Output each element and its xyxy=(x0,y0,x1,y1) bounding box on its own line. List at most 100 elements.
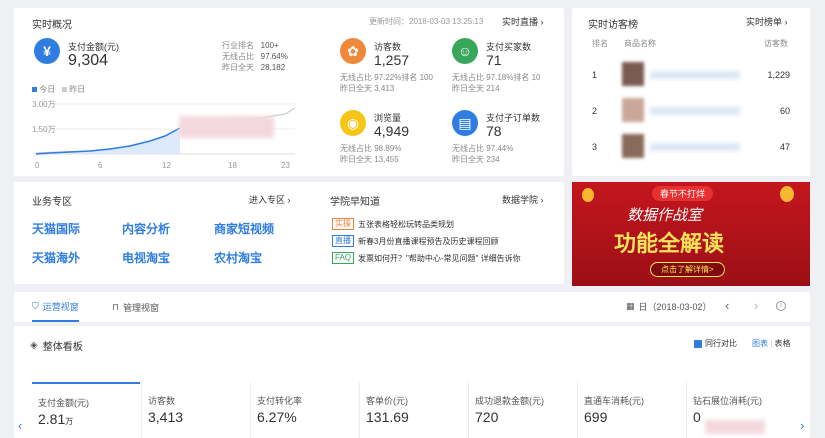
news-tag: 直播 xyxy=(332,235,354,247)
zone-tmall-global[interactable]: 天猫国际 xyxy=(32,220,80,237)
board-title: 整体看板 xyxy=(42,342,83,353)
metric-value: 131.69 xyxy=(366,409,409,425)
metric-tile[interactable]: 直通车消耗(元) 699 xyxy=(577,382,685,438)
zone-short-video[interactable]: 商家短视频 xyxy=(214,220,274,237)
scroll-left-button[interactable]: ‹ xyxy=(18,418,22,433)
metric-tile[interactable]: 客单价(元) 131.69 xyxy=(359,382,467,438)
news-text: 新春3月份直播课程预告及历史课程回顾 xyxy=(358,236,499,246)
business-link[interactable]: 进入专区 › xyxy=(249,193,291,206)
metric-tile[interactable]: 支付金额(元) 2.81万 xyxy=(32,382,140,438)
compare-checkbox[interactable]: 同行对比 xyxy=(694,338,737,349)
chevron-right-icon: › xyxy=(540,17,544,27)
wireless-value: 97.64% xyxy=(260,52,288,61)
date-picker[interactable]: ▦ 日（2018-03-02） xyxy=(626,300,712,313)
chevron-right-icon: › xyxy=(754,298,759,313)
tab-ops-label: 运营视窗 xyxy=(42,301,79,312)
view-chart-button[interactable]: 图表 xyxy=(752,339,768,348)
legend-yesterday: 昨日 xyxy=(69,85,86,94)
metric-number: 2.81 xyxy=(38,411,66,427)
news-tag: 实操 xyxy=(332,218,354,230)
chevron-right-icon: › xyxy=(800,418,805,433)
metric-tile[interactable]: 成功退款金额(元) 720 xyxy=(468,382,576,438)
product-thumbnail xyxy=(622,98,644,122)
chevron-left-icon: ‹ xyxy=(18,418,23,433)
news-link[interactable]: 数据学院 › xyxy=(502,193,544,206)
ranking-row[interactable]: 3 47 xyxy=(572,134,810,162)
zone-tv-taobao[interactable]: 电视淘宝 xyxy=(122,249,170,266)
pageviews-value: 4,949 xyxy=(374,123,410,139)
metric-label: 支付金额(元) xyxy=(38,398,89,408)
metric-value: 6.27% xyxy=(257,409,297,425)
x-tick-label: 12 xyxy=(162,161,171,170)
ranking-link[interactable]: 实时榜单 › xyxy=(746,15,788,28)
col-visitors: 访客数 xyxy=(764,39,788,48)
pageviews-line2: 昨日全天 13,455 xyxy=(340,155,399,164)
pageviews-line1: 无线占比 98.89% xyxy=(340,144,402,153)
lock-icon: ⊓ xyxy=(112,301,120,312)
news-item[interactable]: 直播 新春3月份直播课程预告及历史课程回顾 xyxy=(332,235,498,247)
metric-tile[interactable]: 支付转化率 6.27% xyxy=(250,382,358,438)
ranking-row[interactable]: 2 60 xyxy=(572,98,810,126)
metric-value: 699 xyxy=(584,409,608,425)
prev-date-button[interactable]: ‹ xyxy=(725,298,729,313)
scroll-right-button[interactable]: › xyxy=(800,418,804,433)
zone-tmall-overseas[interactable]: 天猫海外 xyxy=(32,249,80,266)
orders-line1: 无线占比 97.44% xyxy=(452,144,514,153)
rank-label: 行业排名 xyxy=(222,41,254,50)
news-link-label: 数据学院 xyxy=(502,195,539,205)
col-name: 商品名称 xyxy=(624,39,656,48)
news-item[interactable]: FAQ 发票如何开？"帮助中心-常见问题" 详细告诉你 xyxy=(332,252,521,264)
metric-tile[interactable]: 访客数 3,413 xyxy=(141,382,249,438)
zone-content-analysis[interactable]: 内容分析 xyxy=(122,220,170,237)
x-tick-label: 18 xyxy=(228,161,237,170)
metric-label: 钻石展位消耗(元) xyxy=(693,396,762,406)
next-date-button[interactable]: › xyxy=(754,298,758,313)
view-table-button[interactable]: 表格 xyxy=(775,339,791,348)
business-link-label: 进入专区 xyxy=(249,195,286,205)
banner-cta-button[interactable]: 点击了解详情> xyxy=(650,262,725,277)
info-icon[interactable]: i xyxy=(776,301,786,311)
legend-today: 今日 xyxy=(39,85,56,94)
checkbox-icon xyxy=(694,339,702,348)
x-tick-label: 0 xyxy=(35,161,40,170)
layers-icon: ◈ xyxy=(30,340,38,351)
business-title: 业务专区 xyxy=(32,197,72,208)
metric-value: 2.81万 xyxy=(38,411,140,427)
zone-rural-taobao[interactable]: 农村淘宝 xyxy=(214,249,262,266)
yesterday-value: 28,182 xyxy=(260,63,286,72)
news-item[interactable]: 实操 五张表格轻松玩转品类规划 xyxy=(332,218,454,230)
metric-value: 720 xyxy=(475,409,499,425)
metric-label: 支付转化率 xyxy=(257,396,303,406)
footprint-icon: ✿ xyxy=(340,38,366,64)
chevron-right-icon: › xyxy=(784,17,788,27)
update-time: 更新时间：2018-03-03 13:25:13 xyxy=(369,17,484,26)
rank-number: 1 xyxy=(592,70,598,80)
blurred-overlay xyxy=(705,420,765,434)
wireless-label: 无线占比 xyxy=(222,52,254,61)
tab-manage-view[interactable]: ⊓ 管理视窗 xyxy=(112,292,159,322)
rank-value: 100+ xyxy=(260,41,279,50)
pay-amount-stats: 行业排名 100+ 无线占比 97.64% 昨日全天 28,182 xyxy=(222,40,288,73)
document-icon: ▤ xyxy=(452,110,478,136)
legend-today-swatch xyxy=(32,87,37,92)
live-link[interactable]: 实时直播 › xyxy=(502,15,544,28)
business-card: 业务专区 进入专区 › 天猫国际 内容分析 商家短视频 天猫海外 电视淘宝 农村… xyxy=(14,182,564,284)
buyers-line1: 无线占比 97.18%排名 10 xyxy=(452,73,541,82)
live-link-label: 实时直播 xyxy=(502,17,539,27)
chevron-right-icon: › xyxy=(540,195,544,205)
visitor-count: 60 xyxy=(779,106,790,116)
x-tick-label: 6 xyxy=(98,161,103,170)
visitor-ranking-card: 实时访客榜 实时榜单 › 排名 商品名称 访客数 1 1,229 2 60 3 … xyxy=(572,8,810,176)
product-name-blurred xyxy=(650,143,740,151)
metric-label: 访客数 xyxy=(148,396,176,406)
col-rank: 排名 xyxy=(592,39,608,48)
visitor-count: 47 xyxy=(779,142,790,152)
blurred-overlay xyxy=(179,116,274,138)
tab-ops-view[interactable]: ⛉ 运营视窗 xyxy=(32,292,79,322)
board-header: ◈ 整体看板 xyxy=(30,338,83,353)
news-tag: FAQ xyxy=(332,252,355,264)
orders-value: 78 xyxy=(486,123,502,139)
ranking-row[interactable]: 1 1,229 xyxy=(572,62,810,90)
promo-banner[interactable]: 春节不打烊 数据作战室 功能全解读 点击了解详情> xyxy=(572,182,810,286)
visitors-line2: 昨日全天 3,413 xyxy=(340,84,395,93)
